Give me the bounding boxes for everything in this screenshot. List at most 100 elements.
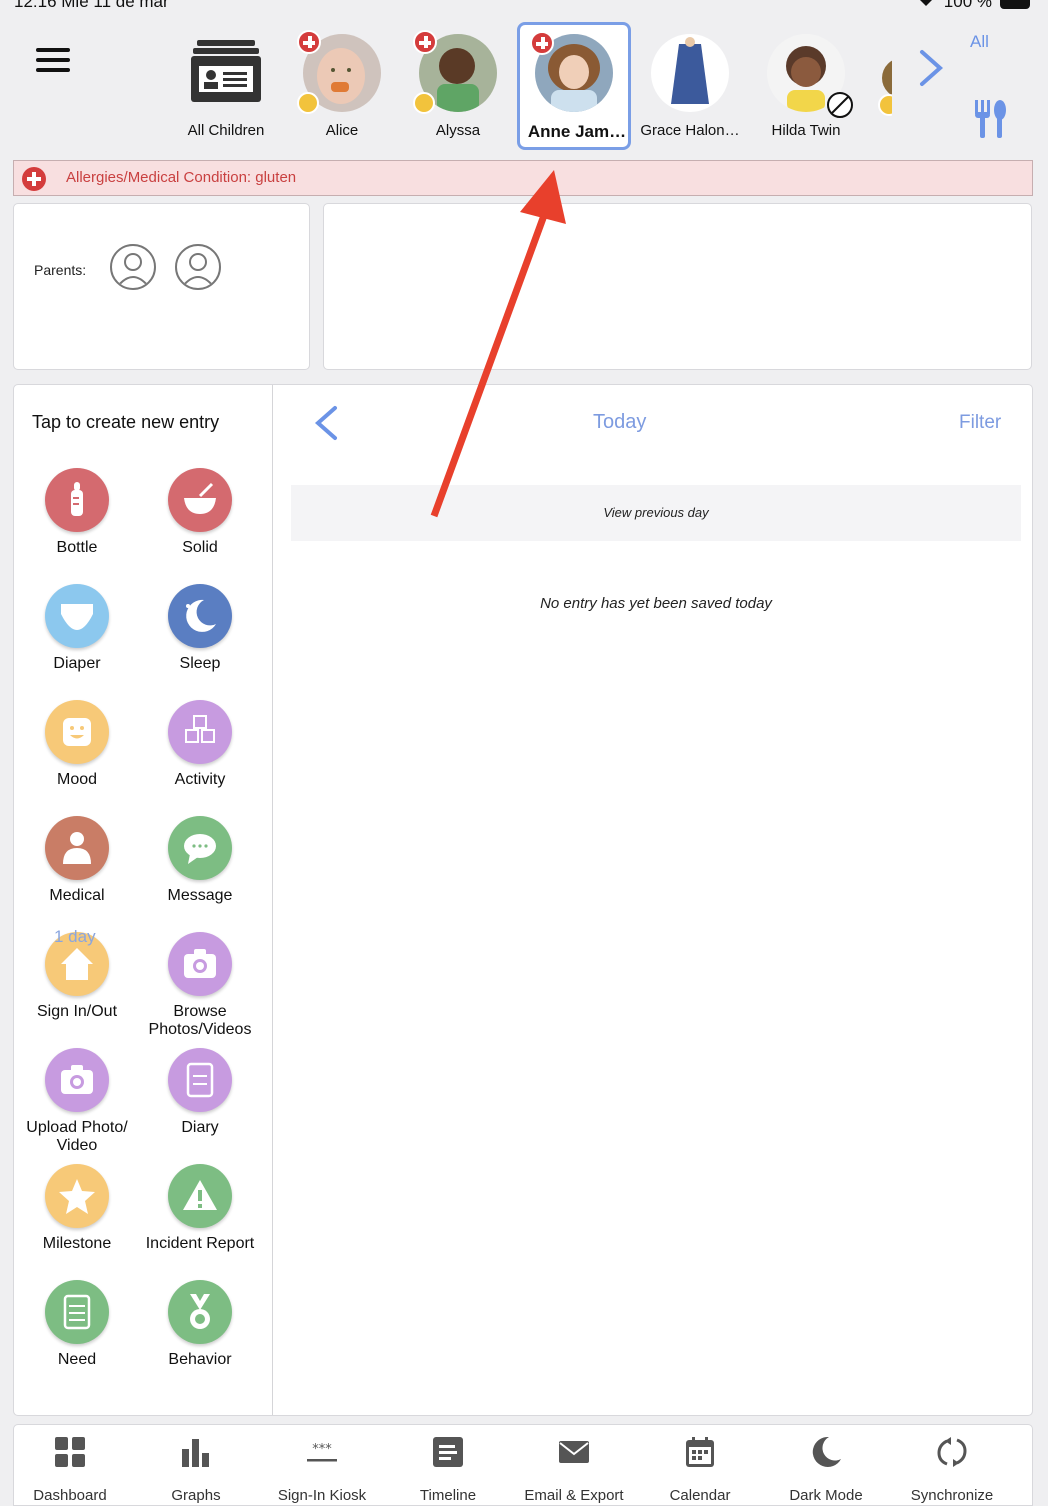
tab-label: Sign-In Kiosk xyxy=(277,1487,367,1504)
document-icon xyxy=(433,1437,463,1467)
allergy-banner: Allergies/Medical Condition: gluten xyxy=(13,160,1033,196)
entry-label: Mood xyxy=(56,771,98,788)
password-icon: *** xyxy=(307,1442,337,1462)
tab-label: Dark Mode xyxy=(789,1487,863,1504)
entry-palette: Tap to create new entry Bottle Solid Dia… xyxy=(14,385,273,1415)
sync-icon xyxy=(937,1437,967,1467)
entry-label: Milestone xyxy=(42,1235,112,1252)
child-name: Alyssa xyxy=(435,122,481,139)
chevron-right-icon[interactable] xyxy=(918,48,946,88)
chevron-left-icon[interactable] xyxy=(313,405,339,441)
tab-label: Calendar xyxy=(669,1487,731,1504)
timeline-panel: Today Filter View previous day No entry … xyxy=(273,385,1033,1415)
entry-label: Behavior xyxy=(168,1351,232,1368)
status-bar: 12:16 Mié 11 de mar 100 % xyxy=(0,0,1048,12)
entry-label: Sign In/Out xyxy=(36,1003,118,1020)
cutlery-icon[interactable] xyxy=(972,98,1008,140)
tab-calendar[interactable]: Calendar xyxy=(637,1435,763,1504)
child-all-children[interactable]: All Children xyxy=(169,22,283,150)
star-icon xyxy=(45,1164,109,1228)
entry-label: Bottle xyxy=(56,539,98,556)
entry-label: Diaper xyxy=(53,655,101,672)
bowl-icon xyxy=(168,468,232,532)
entry-palette-heading: Tap to create new entry xyxy=(32,412,220,432)
roster-icon xyxy=(187,34,265,112)
parents-panel: Parents: xyxy=(13,203,310,370)
tab-dark-mode[interactable]: Dark Mode xyxy=(763,1435,889,1504)
tab-label: Timeline xyxy=(419,1487,477,1504)
tab-dashboard[interactable]: Dashboard xyxy=(7,1435,133,1504)
tab-graphs[interactable]: Graphs xyxy=(133,1435,259,1504)
entry-label: Need xyxy=(57,1351,97,1368)
star-badge-icon xyxy=(297,92,319,114)
hamburger-icon[interactable] xyxy=(36,48,70,74)
tab-sign-in-kiosk[interactable]: *** Sign-In Kiosk xyxy=(259,1435,385,1504)
star-badge-icon xyxy=(413,92,435,114)
main-panel: Tap to create new entry Bottle Solid Dia… xyxy=(13,384,1033,1416)
tab-synchronize[interactable]: Synchronize xyxy=(889,1435,1015,1504)
all-link[interactable]: All xyxy=(970,32,989,52)
blocks-icon xyxy=(168,700,232,764)
child-name: All Children xyxy=(187,122,265,139)
tab-label: Dashboard xyxy=(33,1487,107,1504)
entry-label: Browse Photos/Videos xyxy=(148,1003,252,1038)
tab-email-export[interactable]: Email & Export xyxy=(511,1435,637,1504)
child-alyssa[interactable]: Alyssa xyxy=(401,22,515,150)
child-name: Hilda Twin xyxy=(771,122,841,139)
notes-panel xyxy=(323,203,1032,370)
camera-icon xyxy=(45,1048,109,1112)
sign-in-hint: 1 day xyxy=(54,927,96,946)
parent-avatar-icon[interactable] xyxy=(175,244,221,290)
bottom-tab-bar: Dashboard Graphs *** Sign-In Kiosk Timel… xyxy=(13,1424,1033,1506)
medical-plus-icon xyxy=(22,167,46,191)
bottle-icon xyxy=(45,468,109,532)
notebook-icon xyxy=(168,1048,232,1112)
doctor-icon xyxy=(45,816,109,880)
parent-avatar-icon[interactable] xyxy=(110,244,156,290)
child-alice[interactable]: Alice xyxy=(285,22,399,150)
child-name: Grace Halon… xyxy=(640,122,740,139)
child-partial[interactable] xyxy=(872,54,892,120)
medical-badge-icon xyxy=(413,30,437,54)
tab-timeline[interactable]: Timeline xyxy=(385,1435,511,1504)
camera-icon xyxy=(168,932,232,996)
child-name: Alice xyxy=(325,122,359,139)
svg-text:***: *** xyxy=(312,1442,332,1457)
checklist-icon xyxy=(45,1280,109,1344)
moon-icon xyxy=(168,584,232,648)
envelope-icon xyxy=(559,1441,589,1463)
allergy-text: Allergies/Medical Condition: gluten xyxy=(66,169,297,186)
chat-icon xyxy=(168,816,232,880)
star-badge-icon xyxy=(878,94,892,116)
tab-label: Synchronize xyxy=(910,1487,994,1504)
empty-message: No entry has yet been saved today xyxy=(540,595,772,612)
tab-label: Graphs xyxy=(171,1487,221,1504)
child-anne[interactable]: Anne Jam… xyxy=(517,22,631,150)
moon-icon xyxy=(812,1436,841,1467)
warning-icon xyxy=(168,1164,232,1228)
parents-label: Parents: xyxy=(34,262,87,278)
entry-label: Solid xyxy=(182,539,218,556)
tab-label: Email & Export xyxy=(524,1487,624,1504)
filter-button[interactable]: Filter xyxy=(959,412,1001,434)
view-previous-day-button[interactable]: View previous day xyxy=(291,485,1021,541)
child-name: Anne Jam… xyxy=(527,122,627,141)
battery-percent: 100 % xyxy=(943,0,992,11)
date-label: Today xyxy=(593,411,647,433)
child-avatar xyxy=(651,34,729,112)
battery-icon xyxy=(1000,0,1030,9)
entry-label: Medical xyxy=(49,887,105,904)
entry-label: Upload Photo/ Video xyxy=(26,1119,128,1154)
smiley-icon xyxy=(45,700,109,764)
calendar-icon xyxy=(686,1437,714,1467)
medal-icon xyxy=(168,1280,232,1344)
entry-label: Diary xyxy=(181,1119,219,1136)
status-time: 12:16 Mié 11 de mar xyxy=(14,0,169,11)
wifi-icon xyxy=(916,0,936,12)
entry-label: Message xyxy=(167,887,233,904)
bar-chart-icon xyxy=(182,1439,209,1467)
child-grace[interactable]: Grace Halon… xyxy=(633,22,747,150)
child-hilda[interactable]: Hilda Twin xyxy=(749,22,863,150)
no-photo-icon xyxy=(827,92,853,118)
medical-badge-icon xyxy=(530,31,554,55)
